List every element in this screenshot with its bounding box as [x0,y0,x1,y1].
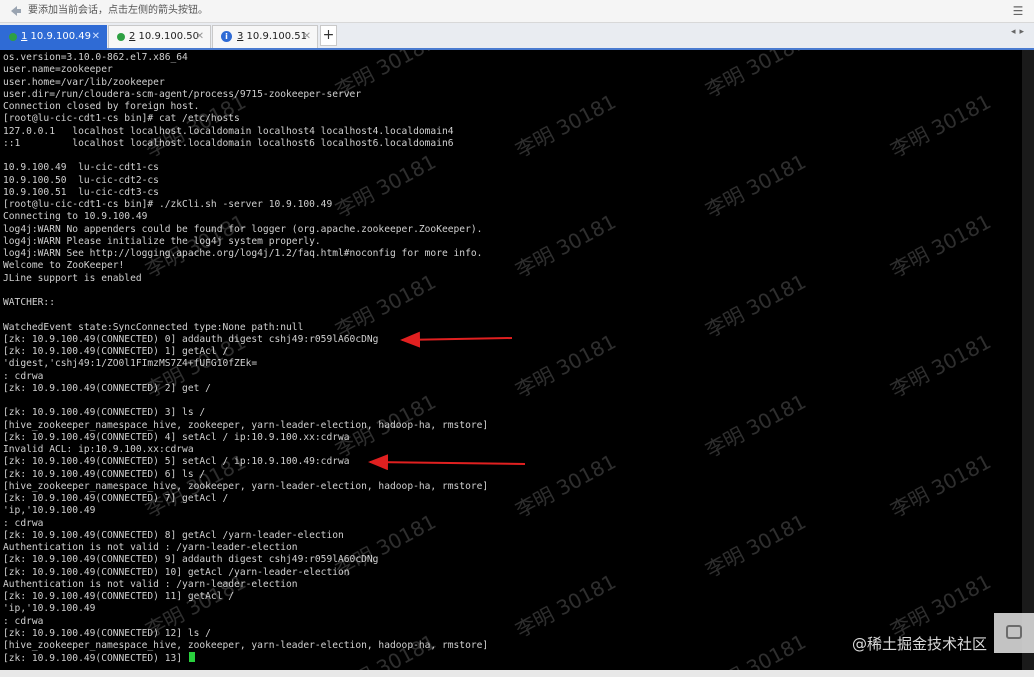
annotation-arrow-addauth [400,331,513,348]
close-icon[interactable]: ✕ [303,26,311,48]
tab-session-1[interactable]: 1 10.9.100.49 ✕ [0,25,107,50]
annotation-arrow-setacl [368,454,526,471]
connected-status-icon [9,33,17,41]
new-tab-button[interactable]: + [320,25,337,46]
close-icon[interactable]: ✕ [92,26,100,48]
close-icon[interactable]: ✕ [196,26,204,48]
terminal-scrollbar[interactable] [1022,50,1034,670]
connected-status-icon [117,33,125,41]
chat-icon [1006,625,1022,639]
arrow-icon[interactable] [10,5,22,17]
terminal-area[interactable]: os.version=3.10.0-862.el7.x86_64 user.nam… [0,50,1034,670]
tab-session-2[interactable]: 2 10.9.100.50 ✕ [108,25,211,48]
tab-scroll-arrows[interactable]: ◂▸ [1011,27,1028,37]
status-strip [0,670,1034,677]
session-tab-bar: 1 10.9.100.49 ✕ 2 10.9.100.50 ✕ i 3 10.9… [0,23,1034,50]
tab-session-3[interactable]: i 3 10.9.100.51 ✕ [212,25,318,48]
site-watermark: @稀土掘金技术社区 [852,635,988,653]
info-status-icon: i [221,31,232,42]
menu-icon[interactable]: ☰ [1010,3,1026,19]
session-hint-bar: 要添加当前会话，点击左侧的箭头按钮。 ☰ [0,0,1034,23]
annotation-arrows [368,331,526,471]
chat-widget-button[interactable] [994,613,1034,653]
tab-label: 10.9.100.49 [27,31,91,42]
tab-label: 10.9.100.51 [243,31,307,42]
session-hint-text: 要添加当前会话，点击左侧的箭头按钮。 [28,5,208,16]
tab-label: 10.9.100.50 [135,31,199,42]
